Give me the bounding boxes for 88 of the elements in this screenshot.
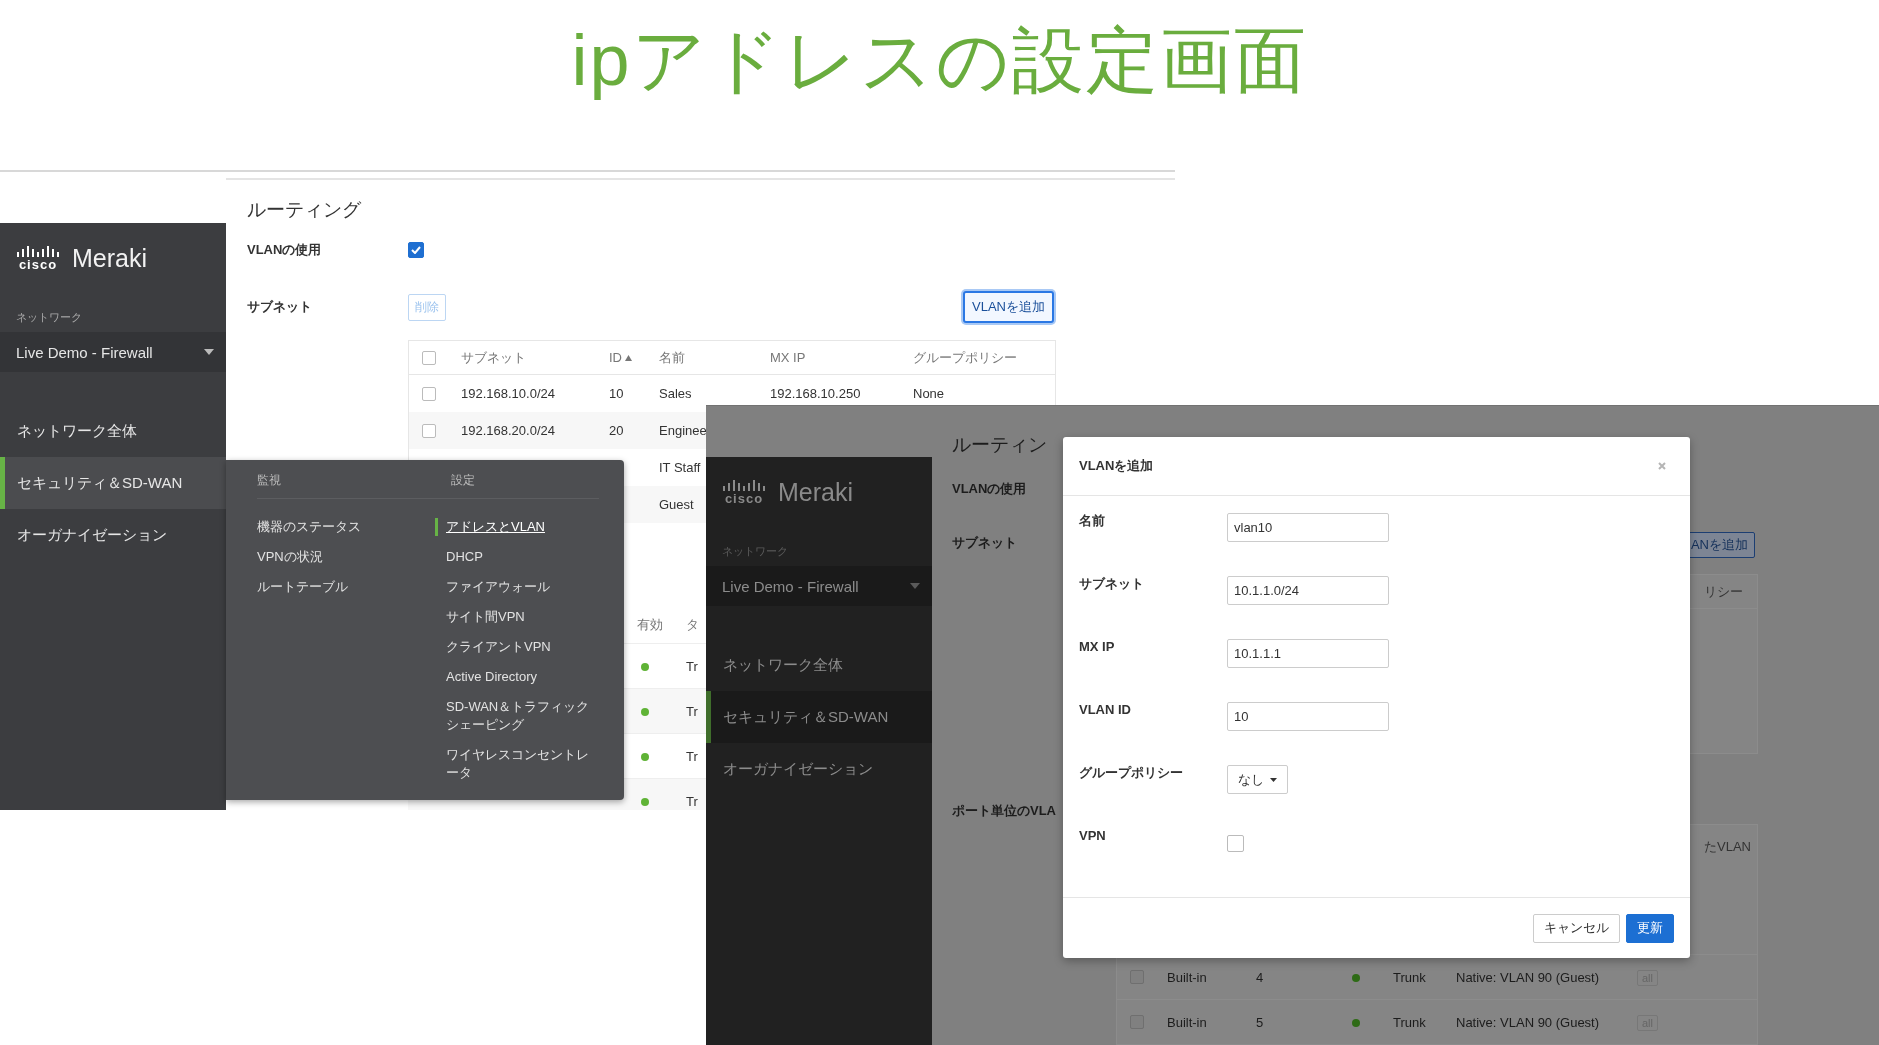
update-button[interactable]: 更新: [1626, 913, 1674, 943]
field-label: 名前: [1079, 513, 1106, 529]
caret-icon: [204, 349, 214, 355]
field-label: サブネット: [1079, 576, 1145, 592]
table-cell: 10: [609, 386, 624, 401]
caret-icon: [1270, 777, 1277, 782]
checkbox[interactable]: [1227, 835, 1244, 852]
column-header[interactable]: グループポリシー: [913, 348, 1053, 367]
brand-name: Meraki: [778, 477, 853, 507]
table-cell: Tr: [686, 658, 698, 674]
table-cell: 192.168.10.250: [770, 386, 861, 401]
field-label: VLAN ID: [1079, 702, 1132, 718]
close-icon[interactable]: [1658, 462, 1666, 470]
table-cell: 192.168.20.0/24: [461, 423, 555, 438]
table-cell-text: 5: [1256, 1014, 1265, 1030]
checkbox[interactable]: [408, 242, 424, 258]
column-header[interactable]: 名前: [659, 348, 770, 367]
cisco-bars-icon: [722, 479, 766, 492]
logo-text: cisco: [18, 257, 58, 271]
field-label: サブネット: [247, 298, 313, 316]
menu-heading: 設定: [443, 472, 599, 499]
network-selector[interactable]: Live Demo - Firewall: [0, 332, 226, 372]
column-header[interactable]: サブネット: [461, 348, 609, 367]
column-header[interactable]: タ: [686, 616, 699, 634]
table-cell-text: Trunk: [1393, 1014, 1427, 1030]
menu-item[interactable]: クライアントVPN: [435, 638, 599, 656]
checkmark-icon: [411, 246, 421, 254]
slide-title: ipアドレスの設定画面: [571, 19, 1308, 102]
checkbox[interactable]: [422, 423, 436, 438]
table-cell: Tr: [686, 748, 698, 764]
table-cell-text: Trunk: [1393, 969, 1427, 985]
dropdown[interactable]: なし: [1227, 765, 1288, 794]
table-cell: 192.168.10.0/24: [461, 386, 555, 401]
sidebar-item[interactable]: ネットワーク全体: [0, 405, 226, 457]
checkbox[interactable]: [422, 386, 436, 401]
add-vlan-button[interactable]: VLANを追加: [963, 291, 1054, 323]
table-cell-text: Built-in: [1167, 1014, 1208, 1030]
page-title: ルーティン: [952, 433, 1048, 457]
field-label: VPN: [1079, 828, 1107, 844]
field-label: VLANの使用: [247, 241, 323, 259]
menu-item[interactable]: アドレスとVLAN: [435, 518, 599, 536]
table-cell-text: Native: VLAN 90 (Guest): [1456, 969, 1601, 985]
network-selector[interactable]: Live Demo - Firewall: [706, 566, 932, 606]
field-label: グループポリシー: [1079, 765, 1184, 781]
menu-heading: 監視: [257, 472, 443, 499]
table-cell: None: [913, 386, 945, 401]
cisco-bars-icon: [16, 245, 60, 258]
input-field[interactable]: 10.1.1.0/24: [1227, 576, 1389, 605]
input-field[interactable]: vlan10: [1227, 513, 1389, 542]
table-cell-text: Built-in: [1167, 969, 1208, 985]
column-header[interactable]: リシー: [1704, 582, 1743, 601]
input-field[interactable]: 10.1.1.1: [1227, 639, 1389, 668]
menu-item[interactable]: Active Directory: [435, 668, 599, 686]
menu-item[interactable]: SD-WAN＆トラフィックシェーピング: [435, 698, 599, 734]
column-header[interactable]: 有効: [637, 616, 686, 634]
field-label: サブネット: [952, 535, 1018, 551]
brand-name: Meraki: [72, 243, 147, 273]
table-cell: 20: [609, 423, 624, 438]
menu-item[interactable]: ワイヤレスコンセントレータ: [435, 746, 599, 782]
sidebar-item[interactable]: ネットワーク全体: [706, 639, 932, 691]
column-header[interactable]: たVLAN: [1704, 838, 1751, 856]
table-cell-text: Native: VLAN 90 (Guest): [1456, 1014, 1601, 1030]
column-header[interactable]: MX IP: [770, 350, 913, 365]
table-cell: Tr: [686, 703, 698, 719]
table-cell: Sales: [659, 386, 692, 401]
table-cell: Tr: [686, 793, 698, 809]
caret-icon: [910, 583, 920, 589]
dialog-title: VLANを追加: [1079, 457, 1154, 475]
field-label: VLANの使用: [952, 481, 1028, 497]
table-cell: IT Staff: [659, 460, 701, 475]
column-header[interactable]: ID: [609, 350, 659, 365]
sidebar-item[interactable]: オーガナイゼーション: [0, 509, 226, 561]
table-cell: Enginee: [659, 423, 707, 438]
cancel-button[interactable]: キャンセル: [1533, 913, 1620, 943]
sidebar-item[interactable]: セキュリティ＆SD-WAN: [0, 457, 226, 509]
sidebar-item[interactable]: セキュリティ＆SD-WAN: [706, 691, 932, 743]
logo-text: cisco: [724, 491, 764, 505]
section-label: ネットワーク: [16, 310, 82, 324]
section-label: ポート単位のVLA: [952, 803, 1057, 819]
page-title: ルーティング: [247, 198, 362, 222]
input-field[interactable]: 10: [1227, 702, 1389, 731]
sort-arrow-icon: [625, 354, 632, 361]
table-cell: Guest: [659, 497, 694, 512]
menu-item[interactable]: サイト間VPN: [435, 608, 599, 626]
field-label: MX IP: [1079, 639, 1116, 655]
table-cell-text: 4: [1256, 969, 1265, 985]
sidebar-item[interactable]: オーガナイゼーション: [706, 743, 932, 795]
checkbox[interactable]: [422, 350, 436, 365]
